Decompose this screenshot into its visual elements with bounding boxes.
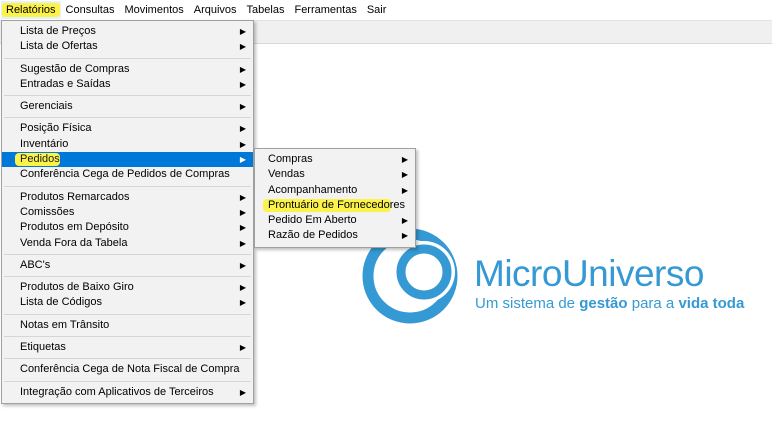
menu-relatorios[interactable]: Relatórios: [1, 1, 61, 19]
submenu-arrow-icon: ▶: [239, 64, 246, 74]
menu-item-conferencia-cega-pedidos[interactable]: Conferência Cega de Pedidos de Compras: [2, 167, 253, 182]
submenu-arrow-icon: ▶: [239, 102, 246, 112]
menu-separator: [4, 95, 251, 97]
menu-separator: [4, 380, 251, 382]
logo-title: MicroUniverso: [474, 253, 704, 294]
submenu-arrow-icon: ▶: [239, 238, 246, 248]
submenu-arrow-icon: ▶: [239, 343, 246, 353]
menu-arquivos[interactable]: Arquivos: [189, 1, 242, 19]
menu-item-notas-em-transito[interactable]: Notas em Trânsito: [2, 318, 253, 333]
menu-movimentos[interactable]: Movimentos: [119, 1, 188, 19]
menu-item-gerenciais[interactable]: Gerenciais ▶: [2, 99, 253, 114]
menu-item-posicao-fisica[interactable]: Posição Física ▶: [2, 121, 253, 136]
menu-consultas[interactable]: Consultas: [61, 1, 120, 19]
menu-item-abcs[interactable]: ABC's ▶: [2, 258, 253, 273]
submenu-arrow-icon: ▶: [239, 387, 246, 397]
menu-item-lista-de-codigos[interactable]: Lista de Códigos ▶: [2, 295, 253, 310]
submenu-arrow-icon: ▶: [239, 298, 246, 308]
submenu-arrow-icon: ▶: [239, 155, 246, 165]
menu-item-pedidos[interactable]: Pedidos ▶: [2, 152, 253, 168]
menu-bar: Relatórios Consultas Movimentos Arquivos…: [0, 0, 772, 21]
menu-item-inventario[interactable]: Inventário ▶: [2, 137, 253, 152]
submenu-arrow-icon: ▶: [401, 231, 408, 241]
menu-item-integracao-aplicativos[interactable]: Integração com Aplicativos de Terceiros ▶: [2, 385, 253, 400]
menu-separator: [4, 358, 251, 360]
submenu-arrow-icon: ▶: [239, 27, 246, 36]
submenu-arrow-icon: ▶: [239, 207, 246, 217]
menu-separator: [4, 117, 251, 119]
submenu-arrow-icon: ▶: [239, 139, 246, 149]
submenu-item-razao-de-pedidos[interactable]: Razão de Pedidos ▶: [255, 228, 415, 243]
submenu-item-compras[interactable]: Compras ▶: [255, 152, 415, 167]
menu-item-lista-de-precos[interactable]: Lista de Preços ▶: [2, 24, 253, 39]
submenu-arrow-icon: ▶: [401, 170, 408, 180]
submenu-arrow-icon: ▶: [239, 192, 246, 202]
submenu-arrow-icon: ▶: [401, 185, 408, 195]
submenu-item-acompanhamento[interactable]: Acompanhamento ▶: [255, 183, 415, 198]
menu-separator: [4, 253, 251, 255]
menu-item-etiquetas[interactable]: Etiquetas ▶: [2, 340, 253, 355]
menu-item-produtos-remarcados[interactable]: Produtos Remarcados ▶: [2, 190, 253, 205]
submenu-arrow-icon: ▶: [401, 155, 408, 164]
submenu-arrow-icon: ▶: [239, 42, 246, 52]
menu-tabelas[interactable]: Tabelas: [242, 1, 290, 19]
menu-separator: [4, 336, 251, 338]
menu-ferramentas[interactable]: Ferramentas: [289, 1, 361, 19]
menu-item-sugestao-de-compras[interactable]: Sugestão de Compras ▶: [2, 62, 253, 77]
submenu-arrow-icon: ▶: [239, 124, 246, 134]
menu-sair[interactable]: Sair: [362, 1, 392, 19]
submenu-item-prontuario-de-fornecedores[interactable]: Prontuário de Fornecedores: [255, 198, 415, 213]
logo-tagline: Um sistema de gestão para a vida toda: [475, 295, 745, 312]
submenu-arrow-icon: ▶: [239, 283, 246, 293]
submenu-arrow-icon: ▶: [239, 79, 246, 89]
menu-item-venda-fora-da-tabela[interactable]: Venda Fora da Tabela ▶: [2, 236, 253, 251]
submenu-arrow-icon: ▶: [239, 223, 246, 233]
menu-item-comissoes[interactable]: Comissões ▶: [2, 205, 253, 220]
menu-item-produtos-em-deposito[interactable]: Produtos em Depósito ▶: [2, 220, 253, 235]
menu-item-entradas-e-saidas[interactable]: Entradas e Saídas ▶: [2, 77, 253, 92]
menu-separator: [4, 276, 251, 278]
menu-separator: [4, 313, 251, 315]
menu-separator: [4, 185, 251, 187]
menu-item-lista-de-ofertas[interactable]: Lista de Ofertas ▶: [2, 39, 253, 54]
pedidos-submenu: Compras ▶ Vendas ▶ Acompanhamento ▶ Prontuá…: [254, 148, 416, 248]
menu-item-produtos-de-baixo-giro[interactable]: Produtos de Baixo Giro ▶: [2, 280, 253, 295]
submenu-arrow-icon: ▶: [401, 216, 408, 226]
relatorios-dropdown: Lista de Preços ▶ Lista de Ofertas ▶ Suges…: [1, 20, 254, 404]
menu-separator: [4, 57, 251, 59]
menu-item-conferencia-cega-nota-fiscal[interactable]: Conferência Cega de Nota Fiscal de Compr…: [2, 362, 253, 377]
submenu-item-vendas[interactable]: Vendas ▶: [255, 167, 415, 182]
submenu-arrow-icon: ▶: [239, 260, 246, 270]
submenu-item-pedido-em-aberto[interactable]: Pedido Em Aberto ▶: [255, 213, 415, 228]
